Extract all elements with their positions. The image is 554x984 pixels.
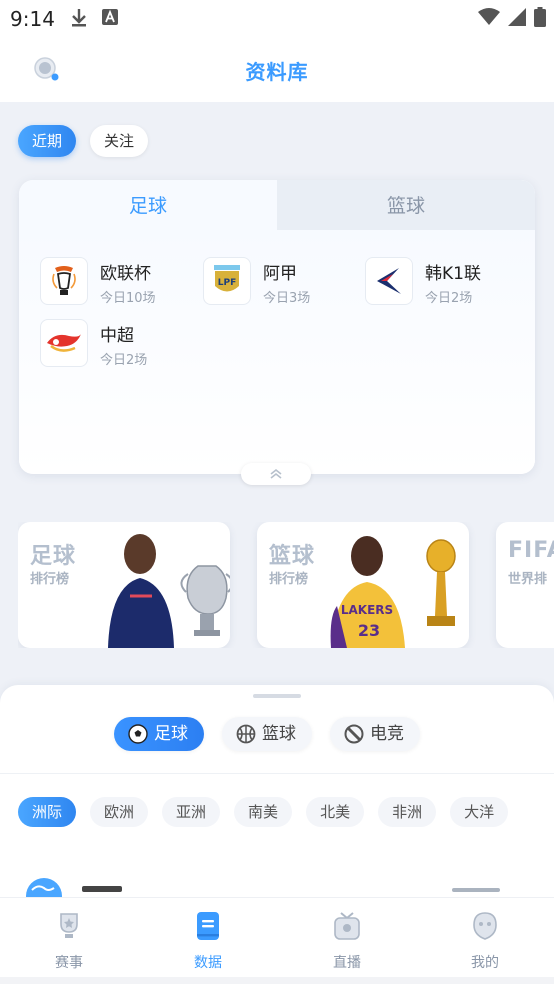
tv-icon: [334, 912, 360, 940]
league-name: 中超: [100, 326, 134, 346]
font-a-icon: [102, 9, 118, 25]
basketball-player-illustration: LAKERS 23: [330, 536, 456, 648]
nav-label: 直播: [333, 955, 361, 971]
league-count: 今日10场: [100, 291, 156, 306]
region-chip-south-america[interactable]: 南美: [234, 797, 293, 827]
sport-tab-esports[interactable]: 电竞: [330, 717, 420, 751]
region-chip-north-america[interactable]: 北美: [306, 797, 365, 827]
league-card: 足球 篮球 欧联杯 今日10场 LPF 阿甲 今日3场 韩K1联 今日2场 中超…: [19, 180, 535, 474]
ranking-subtitle: 排行榜: [269, 572, 309, 587]
esports-icon: [344, 724, 364, 744]
ranking-card-football[interactable]: 足球 排行榜: [18, 522, 230, 648]
data-book-icon: [197, 912, 219, 940]
ranking-title: 篮球: [269, 544, 316, 569]
region-chip-europe[interactable]: 欧洲: [90, 797, 149, 827]
league-tabs: 足球 篮球: [19, 180, 535, 230]
nav-item-mine[interactable]: 我的: [445, 910, 525, 972]
league-item-k-league[interactable]: 韩K1联 今日2场: [365, 257, 525, 309]
europa-league-logo: [40, 257, 88, 305]
region-chip-oceania[interactable]: 大洋: [450, 797, 509, 827]
svg-text:23: 23: [358, 621, 380, 640]
region-chip-asia[interactable]: 亚洲: [162, 797, 221, 827]
league-list: 欧联杯 今日10场 LPF 阿甲 今日3场 韩K1联 今日2场 中超 今日2场: [19, 230, 535, 474]
k-league-logo: [365, 257, 413, 305]
region-filter-row: 洲际 欧洲 亚洲 南美 北美 非洲 大洋: [18, 797, 509, 827]
filter-row: 近期 关注: [18, 125, 149, 157]
ranking-card-basketball[interactable]: 篮球 排行榜 LAKERS 23: [257, 522, 469, 648]
filter-chip-recent[interactable]: 近期: [18, 125, 77, 157]
ranking-card-fifa[interactable]: FIFA 世界排: [496, 522, 554, 648]
filter-chip-follow[interactable]: 关注: [90, 125, 149, 157]
league-item-europa[interactable]: 欧联杯 今日10场: [40, 257, 200, 309]
wifi-icon: [478, 8, 500, 25]
tab-football[interactable]: 足球: [19, 180, 277, 230]
sport-tabs: 足球 篮球 电竞: [114, 717, 420, 751]
system-nav-bar: [0, 977, 554, 984]
battery-icon: [534, 7, 546, 27]
competition-meta-peek: [452, 888, 500, 892]
nav-label: 我的: [471, 955, 499, 971]
argentina-lpf-logo: LPF: [203, 257, 251, 305]
league-name: 韩K1联: [425, 264, 481, 284]
nav-item-live[interactable]: 直播: [307, 910, 387, 972]
collapse-handle[interactable]: [241, 463, 311, 485]
sport-tab-label: 篮球: [262, 724, 296, 744]
status-bar: 9:14: [0, 0, 554, 36]
nav-item-data[interactable]: 数据: [168, 910, 248, 972]
competition-list-peek: [0, 868, 554, 900]
bottom-nav: 赛事 数据 直播 我的: [0, 897, 554, 977]
league-item-argentina[interactable]: LPF 阿甲 今日3场: [203, 257, 363, 309]
league-count: 今日2场: [100, 353, 148, 368]
league-name: 阿甲: [263, 264, 297, 284]
nav-label: 赛事: [55, 955, 83, 971]
signal-icon: [508, 8, 526, 26]
trophy-icon: [60, 913, 78, 938]
ranking-cards: 足球 排行榜 篮球 排行榜 LAKERS 23 FIFA 世界排: [18, 522, 554, 648]
ranking-title: FIFA: [508, 538, 554, 563]
sheet-drag-handle[interactable]: [253, 694, 301, 698]
header: 资料库: [0, 36, 554, 102]
league-count: 今日3场: [263, 291, 311, 306]
ranking-title: 足球: [30, 544, 77, 569]
sport-tab-football[interactable]: 足球: [114, 717, 204, 751]
ranking-subtitle: 世界排: [508, 572, 548, 587]
league-name: 欧联杯: [100, 264, 151, 284]
divider: [0, 773, 554, 774]
page-title: 资料库: [245, 60, 309, 84]
status-right-icons: [478, 7, 546, 27]
football-player-illustration: [108, 534, 230, 648]
chevron-up-icon: [270, 468, 282, 479]
profile-icon: [473, 912, 497, 940]
league-count: 今日2场: [425, 291, 473, 306]
tab-basketball[interactable]: 篮球: [277, 180, 535, 230]
region-chip-intercontinental[interactable]: 洲际: [18, 797, 77, 827]
league-item-csl[interactable]: 中超 今日2场: [40, 319, 200, 371]
svg-text:LPF: LPF: [218, 278, 236, 288]
status-time: 9:14: [10, 7, 55, 31]
svg-text:LAKERS: LAKERS: [341, 603, 393, 617]
sport-tab-basketball[interactable]: 篮球: [222, 717, 312, 751]
basketball-icon: [236, 724, 256, 744]
competition-name-peek: [82, 886, 122, 892]
region-chip-africa[interactable]: 非洲: [378, 797, 437, 827]
csl-logo: [40, 319, 88, 367]
nav-label: 数据: [194, 955, 222, 971]
sport-tab-label: 足球: [154, 724, 188, 744]
nav-item-events[interactable]: 赛事: [29, 910, 109, 972]
status-left-icons: [70, 8, 118, 28]
sport-tab-label: 电竞: [370, 724, 404, 744]
ranking-subtitle: 排行榜: [30, 572, 70, 587]
download-icon: [72, 9, 86, 27]
soccer-ball-icon: [128, 724, 148, 744]
